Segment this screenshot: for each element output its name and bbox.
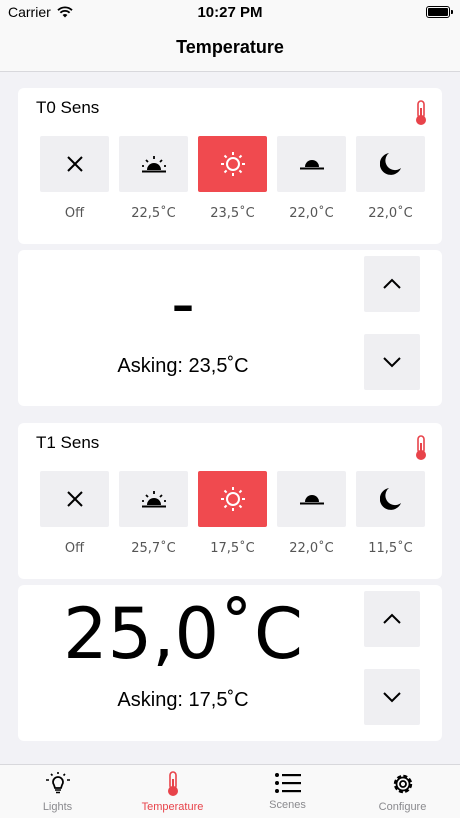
chevron-down-icon [383, 357, 401, 368]
mode-day-button[interactable] [198, 136, 267, 192]
sunset-icon [299, 495, 324, 505]
mode-sunrise: 25,7˚C [119, 471, 188, 556]
battery-icon [426, 6, 453, 18]
mode-off: Off [40, 136, 109, 221]
mode-night: 22,0˚C [356, 136, 425, 221]
mode-value: 23,5˚C [210, 206, 255, 221]
asking-temperature: Asking: 23,5˚C [117, 355, 249, 377]
mode-value: Off [64, 541, 85, 556]
decrease-button[interactable] [364, 669, 420, 725]
close-icon [66, 156, 83, 172]
clock: 10:27 PM [197, 4, 263, 21]
mode-day-button[interactable] [198, 471, 267, 527]
mode-off-button[interactable] [40, 471, 109, 527]
current-temperature: 25,0˚C [63, 593, 303, 675]
tab-scenes[interactable]: Scenes [230, 765, 345, 818]
temperature-card: – Asking: 23,5˚C [18, 250, 442, 406]
tab-temperature[interactable]: Temperature [115, 765, 230, 818]
mode-value: 11,5˚C [368, 541, 413, 556]
increase-button[interactable] [364, 256, 420, 312]
tab-bar: Lights Temperature Scenes Configure [0, 764, 460, 818]
mode-value: 22,0˚C [289, 541, 334, 556]
thermometer-icon [416, 435, 426, 460]
chevron-up-icon [383, 278, 401, 289]
sun-icon [220, 487, 245, 511]
mode-value: 22,0˚C [289, 206, 334, 221]
increase-button[interactable] [364, 591, 420, 647]
moon-icon [379, 153, 401, 175]
moon-icon [379, 488, 401, 510]
mode-sunset-button[interactable] [277, 136, 346, 192]
chevron-down-icon [383, 692, 401, 703]
decrease-button[interactable] [364, 334, 420, 390]
sensor-card: T0 Sens Off 22,5˚C 23,5˚C 22,0˚C 22,0˚C [18, 88, 442, 244]
close-icon [66, 491, 83, 507]
mode-sunrise-button[interactable] [119, 136, 188, 192]
mode-off-button[interactable] [40, 136, 109, 192]
tab-label: Configure [378, 801, 427, 813]
page-title: Temperature [176, 37, 284, 57]
mode-night: 11,5˚C [356, 471, 425, 556]
sensor-name: T0 Sens [36, 98, 100, 117]
mode-value: 17,5˚C [210, 541, 255, 556]
sun-icon [220, 152, 245, 176]
thermometer-icon [416, 100, 426, 125]
temperature-card: 25,0˚C Asking: 17,5˚C [18, 585, 442, 741]
sensor-name: T1 Sens [36, 433, 100, 452]
mode-sunset: 22,0˚C [277, 136, 346, 221]
tab-lights[interactable]: Lights [0, 765, 115, 818]
mode-day: 23,5˚C [198, 136, 267, 221]
mode-off: Off [40, 471, 109, 556]
tab-label: Lights [42, 801, 73, 813]
asking-temperature: Asking: 17,5˚C [117, 689, 249, 711]
mode-day: 17,5˚C [198, 471, 267, 556]
tab-label: Scenes [269, 799, 306, 811]
sunrise-icon [141, 491, 166, 508]
mode-value: Off [64, 206, 85, 221]
chevron-up-icon [383, 613, 401, 624]
tab-label: Temperature [141, 801, 204, 813]
thermometer-icon [167, 771, 178, 796]
mode-selector: Off 25,7˚C 17,5˚C 22,0˚C 11,5˚C [40, 471, 425, 556]
list-icon [274, 773, 301, 793]
mode-sunset-button[interactable] [277, 471, 346, 527]
mode-night-button[interactable] [356, 471, 425, 527]
nav-bar: Temperature [0, 26, 460, 72]
sunset-icon [299, 160, 324, 170]
bulb-icon [45, 772, 70, 794]
mode-sunset: 22,0˚C [277, 471, 346, 556]
tab-configure[interactable]: Configure [345, 765, 460, 818]
mode-value: 22,5˚C [131, 206, 176, 221]
mode-sunrise: 22,5˚C [119, 136, 188, 221]
gear-icon [393, 774, 412, 794]
mode-value: 22,0˚C [368, 206, 413, 221]
sensor-card: T1 Sens Off 25,7˚C 17,5˚C 22,0˚C 11,5˚C [18, 423, 442, 579]
status-bar: Carrier 10:27 PM [0, 0, 460, 26]
mode-selector: Off 22,5˚C 23,5˚C 22,0˚C 22,0˚C [40, 136, 425, 221]
mode-sunrise-button[interactable] [119, 471, 188, 527]
current-temperature: – [172, 280, 194, 331]
mode-night-button[interactable] [356, 136, 425, 192]
mode-value: 25,7˚C [131, 541, 176, 556]
sunrise-icon [141, 156, 166, 173]
